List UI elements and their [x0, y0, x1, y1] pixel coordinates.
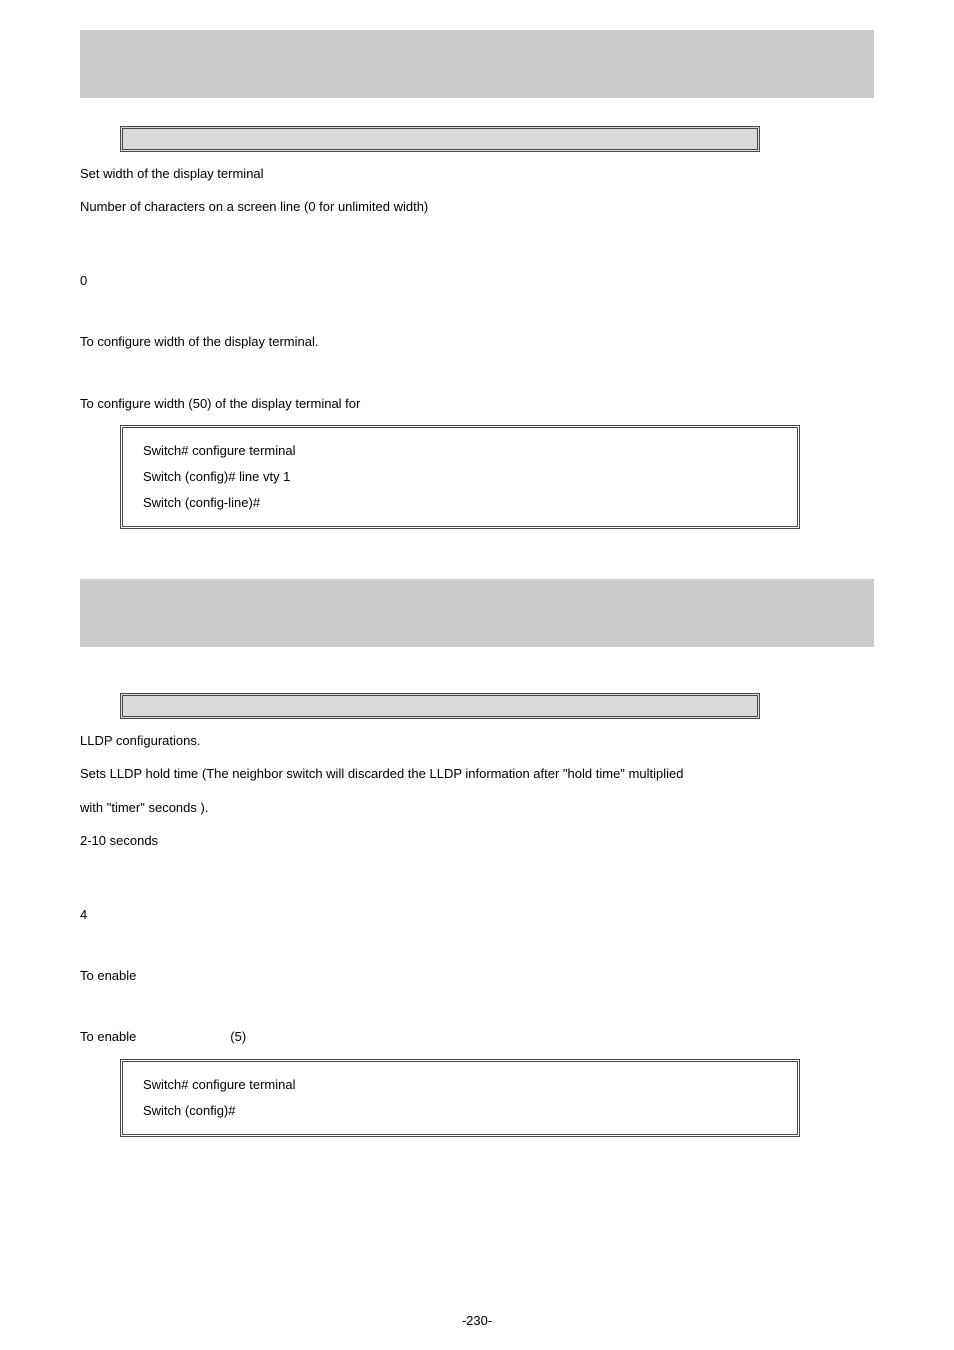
- example-intro-2: To enable (5): [80, 1025, 874, 1048]
- code-line: Switch (config)# line vty 1: [143, 464, 777, 490]
- example-intro-1: To configure width (50) of the display t…: [80, 392, 874, 415]
- code-line: Switch (config)#: [143, 1098, 777, 1124]
- syntax-box-1: [120, 126, 760, 152]
- param-line: Sets LLDP hold time (The neighbor switch…: [80, 762, 874, 785]
- code-line: Switch# configure terminal: [143, 1072, 777, 1098]
- code-line: Switch# configure terminal: [143, 438, 777, 464]
- param-line: with "timer" seconds ).: [80, 796, 874, 819]
- section-banner-2: [80, 579, 874, 647]
- default-value-1: 0: [80, 269, 874, 292]
- page-number: -230-: [0, 1309, 954, 1332]
- param-line: LLDP configurations.: [80, 729, 874, 752]
- default-value-2: 4: [80, 903, 874, 926]
- usage-2: To enable: [80, 964, 874, 987]
- param-line: 2-10 seconds: [80, 829, 874, 852]
- code-box-1: Switch# configure terminal Switch (confi…: [120, 425, 800, 529]
- syntax-box-2: [120, 693, 760, 719]
- param-line: Set width of the display terminal: [80, 162, 874, 185]
- code-box-2: Switch# configure terminal Switch (confi…: [120, 1059, 800, 1137]
- code-line: Switch (config-line)#: [143, 490, 777, 516]
- section-banner-1: [80, 30, 874, 98]
- usage-1: To configure width of the display termin…: [80, 330, 874, 353]
- param-line: Number of characters on a screen line (0…: [80, 195, 874, 218]
- page: Set width of the display terminal Number…: [0, 0, 954, 1350]
